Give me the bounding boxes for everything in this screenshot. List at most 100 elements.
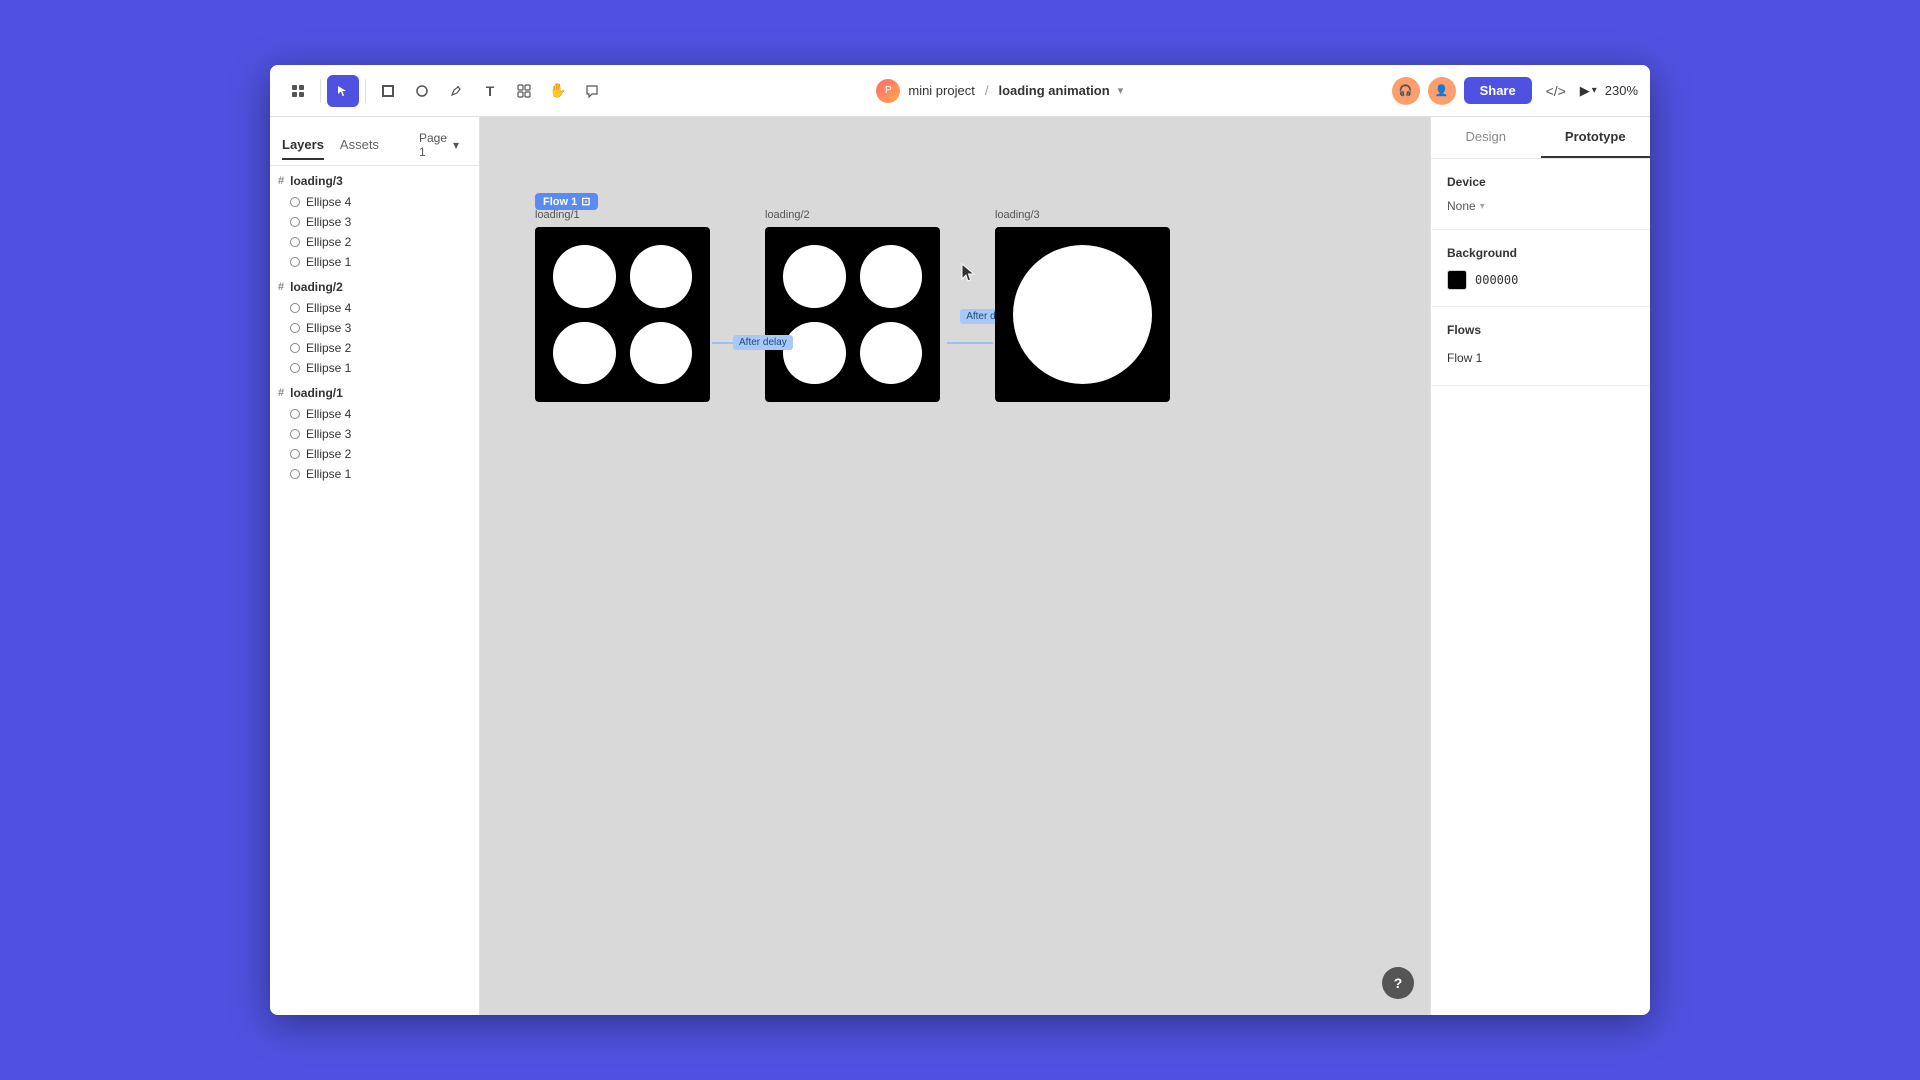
layer-label-loading2: loading/2 <box>290 280 343 294</box>
list-item[interactable]: Ellipse 4 <box>278 192 479 212</box>
layer-header-loading3[interactable]: # loading/3 <box>270 170 479 192</box>
frame-loading1[interactable]: Flow 1 ⊡ loading/1 <box>535 227 710 402</box>
device-title: Device <box>1447 175 1634 189</box>
ellipse-icon <box>290 323 300 333</box>
select-tool-btn[interactable] <box>327 75 359 107</box>
layer-label-loading3: loading/3 <box>290 174 343 188</box>
frame-loading3[interactable]: loading/3 <box>995 227 1170 402</box>
sidebar: Layers Assets Page 1 ▾ # loading/3 Ellip <box>270 117 480 1015</box>
frame-loading2[interactable]: loading/2 After delay <box>765 227 940 402</box>
sidebar-tabs: Layers Assets Page 1 ▾ <box>270 117 479 166</box>
frame-label-loading2: loading/2 <box>765 209 810 221</box>
list-item[interactable]: Ellipse 1 <box>278 358 479 378</box>
frame-icon: # <box>278 281 284 293</box>
ellipse-icon <box>290 429 300 439</box>
flows-title: Flows <box>1447 323 1634 337</box>
layer-child-label: Ellipse 4 <box>306 195 351 209</box>
dropdown-arrow[interactable]: ▾ <box>1118 84 1124 97</box>
page-dropdown-icon: ▾ <box>453 138 459 152</box>
layer-child-label: Ellipse 2 <box>306 447 351 461</box>
tab-prototype[interactable]: Prototype <box>1541 117 1651 158</box>
text-tool-btn[interactable]: T <box>474 75 506 107</box>
layer-group-loading2: # loading/2 Ellipse 4 Ellipse 3 Ellipse … <box>270 276 479 378</box>
ellipse1 <box>783 245 846 308</box>
layer-child-label: Ellipse 1 <box>306 255 351 269</box>
play-controls[interactable]: ▶ ▾ <box>1580 83 1597 99</box>
tab-assets[interactable]: Assets <box>340 131 379 160</box>
component-tool-btn[interactable] <box>508 75 540 107</box>
frame-box-loading3 <box>995 227 1170 402</box>
right-panel: Design Prototype Device None ▾ Backgroun… <box>1430 117 1650 1015</box>
list-item[interactable]: Ellipse 3 <box>278 424 479 444</box>
zoom-level[interactable]: 230% <box>1605 83 1638 98</box>
shape-tool-btn[interactable] <box>406 75 438 107</box>
project-icon: P <box>876 79 900 103</box>
frame-label-loading3: loading/3 <box>995 209 1040 221</box>
main-area: Layers Assets Page 1 ▾ # loading/3 Ellip <box>270 117 1650 1015</box>
ellipse-icon <box>290 449 300 459</box>
right-tabs: Design Prototype <box>1431 117 1650 159</box>
list-item[interactable]: Ellipse 2 <box>278 232 479 252</box>
layer-header-loading1[interactable]: # loading/1 <box>270 382 479 404</box>
menu-tool[interactable] <box>282 75 314 107</box>
comment-tool-btn[interactable] <box>576 75 608 107</box>
pen-tool-btn[interactable] <box>440 75 472 107</box>
list-item[interactable]: Ellipse 2 <box>278 444 479 464</box>
flow-start-icon: ⊡ <box>581 195 590 208</box>
avatar: 🎧 <box>1392 77 1420 105</box>
list-item[interactable]: Ellipse 2 <box>278 338 479 358</box>
page-selector[interactable]: Page 1 ▾ <box>411 125 467 165</box>
ellipse-icon <box>290 363 300 373</box>
background-section: Background 000000 <box>1431 230 1650 307</box>
top-right-controls: 🎧 👤 Share </> ▶ ▾ 230% <box>1392 75 1638 107</box>
play-icon: ▶ <box>1580 83 1590 99</box>
loading2-children: Ellipse 4 Ellipse 3 Ellipse 2 Ellipse 1 <box>270 298 479 378</box>
ellipse-icon <box>290 257 300 267</box>
ellipse-icon <box>290 409 300 419</box>
dropdown-icon: ▾ <box>1592 85 1597 96</box>
ellipse-icon <box>290 343 300 353</box>
background-title: Background <box>1447 246 1634 260</box>
ellipse-large <box>1013 245 1152 384</box>
tab-design[interactable]: Design <box>1431 117 1541 158</box>
layer-child-label: Ellipse 3 <box>306 321 351 335</box>
file-name[interactable]: loading animation <box>998 83 1109 98</box>
share-button[interactable]: Share <box>1464 77 1532 104</box>
ellipse-icon <box>290 217 300 227</box>
list-item[interactable]: Ellipse 4 <box>278 404 479 424</box>
loading1-children: Ellipse 4 Ellipse 3 Ellipse 2 Ellipse 1 <box>270 404 479 484</box>
help-button[interactable]: ? <box>1382 967 1414 999</box>
hand-tool-btn[interactable]: ✋ <box>542 75 574 107</box>
list-item[interactable]: Ellipse 1 <box>278 252 479 272</box>
code-button[interactable]: </> <box>1540 75 1572 107</box>
page-name: Page 1 <box>419 131 451 159</box>
layer-header-loading2[interactable]: # loading/2 <box>270 276 479 298</box>
top-bar: T ✋ P mini project / <box>270 65 1650 117</box>
flows-section: Flows Flow 1 <box>1431 307 1650 386</box>
layer-child-label: Ellipse 2 <box>306 235 351 249</box>
bg-color-value[interactable]: 000000 <box>1475 273 1518 287</box>
canvas[interactable]: Flow 1 ⊡ loading/1 loading/2 <box>480 117 1430 1015</box>
ellipse4 <box>630 322 693 385</box>
flow-tag[interactable]: Flow 1 ⊡ <box>535 193 598 210</box>
frame-box-loading1 <box>535 227 710 402</box>
frame-tool-btn[interactable] <box>372 75 404 107</box>
project-name: mini project <box>908 83 974 98</box>
ellipse-icon <box>290 237 300 247</box>
ellipse4 <box>860 322 923 385</box>
tab-layers[interactable]: Layers <box>282 131 324 160</box>
list-item[interactable]: Ellipse 3 <box>278 318 479 338</box>
bg-swatch[interactable] <box>1447 270 1467 290</box>
flow-item[interactable]: Flow 1 <box>1447 347 1634 369</box>
list-item[interactable]: Ellipse 4 <box>278 298 479 318</box>
layer-child-label: Ellipse 2 <box>306 341 351 355</box>
ellipse-icon <box>290 197 300 207</box>
tool-group-left: T ✋ <box>282 75 608 107</box>
ellipse3 <box>783 322 846 385</box>
list-item[interactable]: Ellipse 3 <box>278 212 479 232</box>
layer-child-label: Ellipse 4 <box>306 407 351 421</box>
list-item[interactable]: Ellipse 1 <box>278 464 479 484</box>
ellipse-icon <box>290 469 300 479</box>
frames-area: Flow 1 ⊡ loading/1 loading/2 <box>535 227 1170 402</box>
frame-box-loading2 <box>765 227 940 402</box>
